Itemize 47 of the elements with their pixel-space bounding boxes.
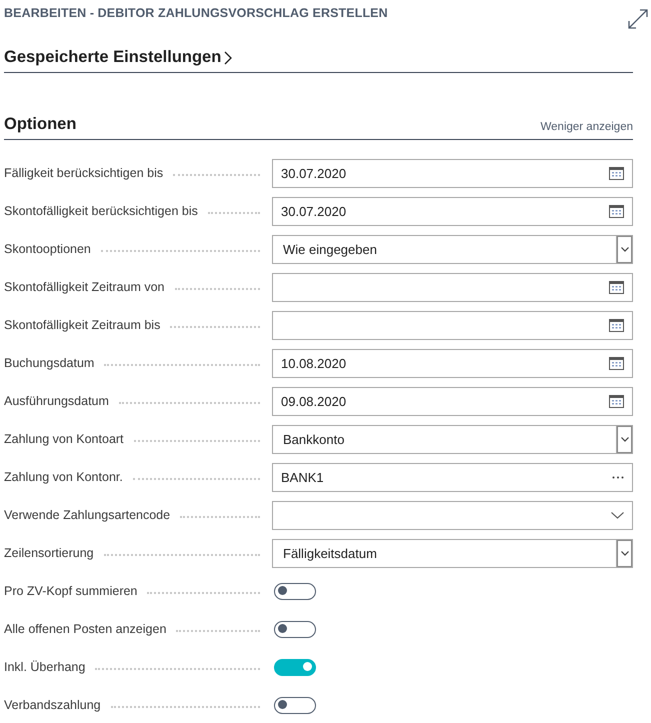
calendar-icon[interactable] bbox=[609, 280, 624, 294]
date-field[interactable]: 09.08.2020 bbox=[272, 386, 633, 416]
select-field[interactable]: Bankkonto bbox=[272, 424, 633, 454]
calendar-icon[interactable] bbox=[609, 318, 624, 332]
lookup-field[interactable]: BANK1 bbox=[272, 462, 633, 492]
toggle-switch[interactable] bbox=[274, 620, 316, 638]
date-field[interactable] bbox=[272, 310, 633, 340]
date-field[interactable]: 10.08.2020 bbox=[272, 348, 633, 378]
toggle-switch[interactable] bbox=[274, 696, 316, 714]
calendar-icon[interactable] bbox=[609, 166, 624, 180]
date-field[interactable] bbox=[272, 272, 633, 302]
select-field[interactable]: Wie eingegeben bbox=[272, 234, 633, 264]
select-field[interactable]: Fälligkeitsdatum bbox=[272, 538, 633, 568]
field-label: Zahlung von Kontoart bbox=[4, 432, 124, 446]
calendar-icon[interactable] bbox=[609, 204, 624, 218]
chevron-down-icon[interactable] bbox=[611, 512, 624, 518]
chevron-down-icon[interactable] bbox=[616, 540, 632, 566]
field-label: Skontofälligkeit Zeitraum bis bbox=[4, 318, 160, 332]
expand-icon[interactable] bbox=[627, 8, 649, 30]
chevron-right-icon[interactable] bbox=[224, 50, 232, 66]
toggle-switch[interactable] bbox=[274, 582, 316, 600]
field-label: Buchungsdatum bbox=[4, 356, 94, 370]
calendar-icon[interactable] bbox=[609, 356, 624, 370]
dropdown-field[interactable] bbox=[272, 500, 633, 530]
field-label: Zahlung von Kontonr. bbox=[4, 470, 123, 484]
section-title: Optionen bbox=[4, 115, 76, 134]
calendar-icon[interactable] bbox=[609, 394, 624, 408]
chevron-down-icon[interactable] bbox=[616, 426, 632, 452]
field-label: Zeilensortierung bbox=[4, 546, 94, 560]
field-label: Pro ZV-Kopf summieren bbox=[4, 584, 138, 598]
field-label: Fälligkeit berücksichtigen bis bbox=[4, 166, 164, 180]
chevron-down-icon[interactable] bbox=[616, 236, 632, 262]
saved-settings-header[interactable]: Gespeicherte Einstellungen bbox=[4, 48, 232, 67]
field-label: Skontooptionen bbox=[4, 242, 91, 256]
window-title: BEARBEITEN - DEBITOR ZAHLUNGSVORSCHLAG ERSTELLEN bbox=[4, 6, 388, 20]
field-label: Ausführungsdatum bbox=[4, 394, 109, 408]
show-less-link[interactable]: Weniger anzeigen bbox=[540, 121, 633, 134]
field-label: Skontofälligkeit berücksichtigen bis bbox=[4, 204, 198, 218]
date-field[interactable]: 30.07.2020 bbox=[272, 158, 633, 188]
field-label: Inkl. Überhang bbox=[4, 660, 86, 674]
field-label: Skontofälligkeit Zeitraum von bbox=[4, 280, 164, 294]
toggle-switch[interactable] bbox=[274, 658, 316, 676]
date-field[interactable]: 30.07.2020 bbox=[272, 196, 633, 226]
field-label: Verbandszahlung bbox=[4, 698, 101, 712]
field-label: Alle offenen Posten anzeigen bbox=[4, 622, 166, 636]
more-icon[interactable] bbox=[612, 476, 624, 478]
field-label: Verwende Zahlungsartencode bbox=[4, 508, 170, 522]
